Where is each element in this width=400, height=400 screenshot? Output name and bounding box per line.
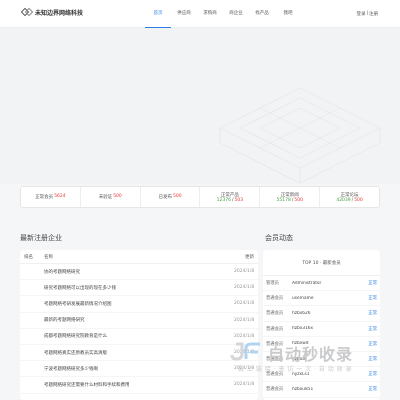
login-link[interactable]: 登录 [356,11,365,17]
company-name-link[interactable]: 考题网络真实还原教员实高清版 [44,350,234,356]
logo-icon [20,7,34,17]
table-header: 排名 名称 更新 [20,250,258,264]
row-date: 2024/1/8 [234,301,255,307]
table-row[interactable]: 协的考题网络研究 2024/1/8 [20,264,258,281]
col-name: 名称 [44,254,53,260]
member-row[interactable]: 普通会员 username 正常 [263,291,380,307]
col-rank: 排名 [24,254,33,260]
stat-label: 正常会员 [35,195,54,200]
stat-value: 500 [173,194,182,199]
stat-unverified: 未验证 500 [81,187,141,207]
table-row[interactable]: 考题网络考研发展最新情况介绍图 2024/1/8 [20,296,258,313]
member-status-link[interactable]: 正常 [363,280,377,286]
nav-home[interactable]: 首页 [145,0,171,28]
member-activity-title: 会员动态 [265,234,293,242]
table-row[interactable]: 宁波考题网络研究多少钱啊 2024/1/8 [20,361,258,378]
nav-about[interactable]: 我吧 [275,0,301,28]
members-header: TOP 10 · 最新会员 [263,250,380,276]
member-row[interactable]: 管理员 Administrator 正常 [263,276,380,292]
stat-value-total: 42039 [336,197,351,203]
member-activity-panel: TOP 10 · 最新会员 管理员 Administrator 正常 普通会员 user… [263,250,380,400]
company-name-link[interactable]: 成都考题网络研究院教育是什么 [44,333,234,339]
stat-value-total: 55178 [276,197,291,203]
stat-value: 500 [354,197,363,203]
company-name-link[interactable]: 协的考题网络研究 [44,269,234,275]
stat-separator: / [232,197,234,203]
member-status-link[interactable]: 正常 [363,295,377,301]
row-date: 2024/1/8 [234,317,255,323]
site-header: 未知边界网络科技 首页 供应商 求购商 商企业 找产品 我吧 登录 | 注册 [0,0,400,28]
member-status-link[interactable]: 正常 [363,326,377,332]
stat-label: 已发布 [158,195,173,200]
member-username[interactable]: hzbx316x [292,326,363,331]
stat-members: 正常会员 5624 [21,187,81,207]
company-name-link[interactable]: 考题网络研究还需要什么材料和手续和费用 [44,382,234,388]
member-level: 普通会员 [266,311,284,317]
row-date: 2024/1/8 [234,285,255,291]
table-row[interactable]: 成都考题网络研究院教育是什么 2024/1/8 [20,329,258,345]
watermark: 自动秒收录 数 上 链 接 · 来 访 一 次 · 自 动 收 录 [228,338,386,376]
auth-links: 登录 | 注册 [356,11,378,17]
company-name-link[interactable]: 最新的考题网络研究 [44,317,234,323]
stat-value: 5624 [54,194,66,199]
member-row[interactable]: 普通会员 hzbxu851 正常 [263,382,380,398]
member-username[interactable]: hzbx626 [292,311,363,316]
register-link[interactable]: 注册 [369,11,378,17]
member-username[interactable]: Administrator [292,281,363,286]
member-status-link[interactable]: 正常 [363,386,377,392]
stat-products: 正常产品 12376/503 [200,187,261,207]
watermark-subtitle: 数 上 链 接 · 来 访 一 次 · 自 动 收 录 [238,366,353,373]
latest-companies-list: 协的考题网络研究 2024/1/8 研究考题网络可以出现的现在多少钱 2024/1/8… [20,264,258,394]
stat-published: 已发布 500 [141,187,201,207]
stats-bar: 正常会员 5624 未验证 500 已发布 500 正常产品 12376/503 正常… [20,186,380,208]
stat-value-total: 12376 [216,197,231,203]
stat-separator: / [351,197,354,203]
member-username[interactable]: hzbxu851 [292,387,363,392]
member-username[interactable]: username [292,296,363,301]
row-date: 2024/1/8 [234,269,255,275]
table-row[interactable]: 考题网络真实还原教员实高清版 2024/1/8 [20,345,258,362]
company-name-link[interactable]: 考题网络考研发展最新情况介绍图 [44,301,234,307]
latest-companies-panel: 排名 名称 更新 协的考题网络研究 2024/1/8 研究考题网络可以出现的现在多少… [20,250,258,400]
col-updated: 更新 [245,254,254,260]
stat-value: 500 [113,194,122,199]
main-nav: 首页 供应商 求购商 商企业 找产品 我吧 [145,0,301,28]
member-level: 管理员 [266,281,279,287]
member-status-link[interactable]: 正常 [363,310,377,316]
company-name-link[interactable]: 研究考题网络可以出现的现在多少钱 [44,285,234,291]
nav-buyers[interactable]: 求购商 [197,0,223,28]
stat-value: 503 [234,197,244,203]
table-row[interactable]: 研究考题网络可以出现的现在多少钱 2024/1/8 [20,280,258,297]
stat-news: 正常新闻 55178/500 [260,187,321,207]
member-level: 普通会员 [266,296,284,302]
member-row[interactable]: 普通会员 hzbx316x 正常 [263,322,380,337]
member-list: 管理员 Administrator 正常 普通会员 username 正常 普通会员 hzbx… [263,276,380,398]
latest-companies-title: 最新注册企业 [20,234,62,242]
table-row[interactable]: 最新的考题网络研究 2024/1/8 [20,313,258,329]
stat-value: 500 [294,197,303,203]
brand-name: 未知边界网络科技 [35,9,84,17]
table-row[interactable]: 考题网络研究还需要什么材料和手续和费用 2024/1/8 [20,377,258,394]
company-name-link[interactable]: 宁波考题网络研究多少钱啊 [44,366,234,372]
row-date: 2024/1/8 [234,382,255,388]
watermark-logo-icon [230,342,260,361]
stat-forum: 正常论坛 42039/500 [320,187,379,207]
member-row[interactable]: 普通会员 hzbx626 正常 [263,306,380,322]
isometric-grid-illustration [219,87,381,184]
stat-separator: / [291,197,294,203]
member-level: 普通会员 [266,387,284,393]
brand-logo[interactable]: 未知边界网络科技 [20,7,84,17]
watermark-title: 自动秒收录 [268,345,354,364]
nav-companies[interactable]: 商企业 [223,0,249,28]
member-level: 普通会员 [266,326,284,332]
nav-suppliers[interactable]: 供应商 [171,0,197,28]
nav-products[interactable]: 找产品 [249,0,275,28]
hero-banner [0,28,400,184]
stat-label: 未验证 [98,195,113,200]
auth-separator: | [366,11,368,16]
